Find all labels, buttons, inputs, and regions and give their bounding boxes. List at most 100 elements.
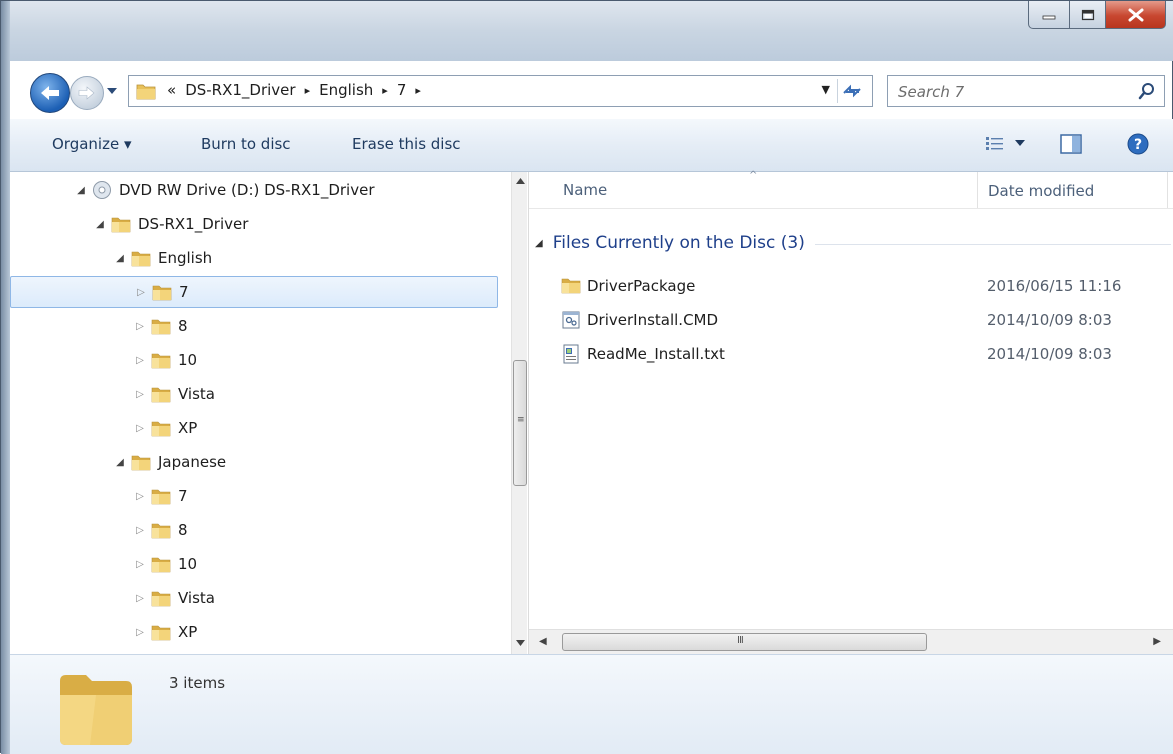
tree-item[interactable]: ▷ XP bbox=[133, 412, 197, 444]
horizontal-scroll-thumb[interactable]: III bbox=[562, 633, 927, 651]
scroll-up-icon[interactable] bbox=[516, 178, 525, 184]
minimize-button[interactable] bbox=[1028, 1, 1070, 29]
address-row: « DS-RX1_Driver ▸ English ▸ 7 ▸ ▼ bbox=[10, 69, 1173, 113]
back-button[interactable] bbox=[30, 73, 70, 113]
collapsed-arrow-icon[interactable]: ▷ bbox=[133, 423, 147, 434]
refresh-button[interactable] bbox=[837, 79, 866, 103]
tree-item[interactable]: ▷ 8 bbox=[133, 310, 187, 342]
scroll-down-icon[interactable] bbox=[516, 640, 525, 646]
text-file-icon bbox=[563, 344, 579, 364]
navigation-pane: ◢ DVD RW Drive (D:) DS-RX1_Driver ◢ DS-RX1_… bbox=[10, 172, 527, 654]
file-name: DriverInstall.CMD bbox=[587, 311, 719, 329]
tree-item-label: Vista bbox=[178, 385, 215, 403]
change-view-button[interactable] bbox=[985, 135, 1025, 151]
tree-item[interactable]: ▷ Vista bbox=[133, 378, 215, 410]
organize-button[interactable]: Organize ▾ bbox=[52, 135, 132, 153]
group-divider bbox=[814, 243, 1171, 245]
file-date-modified: 2016/06/15 11:16 bbox=[987, 277, 1122, 295]
close-button[interactable] bbox=[1106, 1, 1166, 29]
breadcrumb-overflow[interactable]: « bbox=[167, 81, 176, 99]
tree-item[interactable]: ▷ 10 bbox=[133, 344, 197, 376]
tree-item-label: 8 bbox=[178, 521, 188, 539]
file-icon-wrap bbox=[561, 276, 588, 298]
nav-scroll-thumb[interactable]: ≡ bbox=[513, 360, 527, 486]
tree-item[interactable]: ◢ DS-RX1_Driver bbox=[93, 208, 248, 240]
file-row[interactable]: DriverInstall.CMD 2014/10/09 8:03 bbox=[529, 305, 1173, 335]
file-date-modified: 2014/10/09 8:03 bbox=[987, 345, 1112, 363]
refresh-icon bbox=[843, 84, 861, 98]
erase-disc-button[interactable]: Erase this disc bbox=[352, 135, 461, 153]
folder-icon bbox=[151, 387, 171, 403]
breadcrumb-ds-rx1-driver[interactable]: DS-RX1_Driver bbox=[185, 81, 295, 99]
tree-item[interactable]: ▷ Vista bbox=[133, 582, 215, 614]
collapsed-arrow-icon[interactable]: ▷ bbox=[133, 559, 147, 570]
expanded-arrow-icon[interactable]: ◢ bbox=[93, 219, 107, 230]
address-bar[interactable]: « DS-RX1_Driver ▸ English ▸ 7 ▸ ▼ bbox=[128, 75, 873, 107]
search-box[interactable] bbox=[887, 75, 1165, 107]
command-bar: Organize ▾ Burn to disc Erase this disc … bbox=[10, 119, 1173, 172]
scroll-grip-icon: ≡ bbox=[517, 415, 525, 425]
collapsed-arrow-icon[interactable]: ▷ bbox=[134, 287, 148, 298]
scroll-grip-icon: III bbox=[737, 635, 744, 646]
breadcrumb-7[interactable]: 7 bbox=[397, 81, 407, 99]
tree-item-label: Vista bbox=[178, 589, 215, 607]
group-header[interactable]: ◢ Files Currently on the Disc (3) bbox=[535, 228, 1171, 258]
breadcrumb-separator[interactable]: ▸ bbox=[305, 84, 311, 97]
expanded-arrow-icon[interactable]: ◢ bbox=[74, 185, 88, 196]
folder-icon bbox=[131, 251, 151, 267]
burn-to-disc-button[interactable]: Burn to disc bbox=[201, 135, 291, 153]
scroll-right-icon[interactable]: ▶ bbox=[1153, 636, 1161, 647]
tree-item-label: 10 bbox=[178, 351, 198, 369]
address-dropdown-icon[interactable]: ▼ bbox=[822, 83, 830, 96]
horizontal-scrollbar[interactable]: ◀ III ▶ bbox=[529, 629, 1173, 655]
collapsed-arrow-icon[interactable]: ▷ bbox=[133, 525, 147, 536]
collapsed-arrow-icon[interactable]: ▷ bbox=[133, 355, 147, 366]
tree-item-label: XP bbox=[178, 419, 198, 437]
breadcrumb-english[interactable]: English bbox=[319, 81, 373, 99]
tree-item[interactable]: ▷ 10 bbox=[133, 548, 197, 580]
tree-item[interactable]: ◢ Japanese bbox=[113, 446, 226, 478]
folder-icon bbox=[151, 489, 171, 505]
caption-buttons bbox=[1028, 1, 1166, 31]
nav-vertical-scrollbar[interactable]: ≡ bbox=[511, 172, 527, 654]
collapsed-arrow-icon[interactable]: ▷ bbox=[133, 321, 147, 332]
file-icon-wrap bbox=[561, 310, 581, 334]
maximize-button[interactable] bbox=[1070, 1, 1106, 29]
folder-icon bbox=[151, 319, 171, 335]
scroll-left-icon[interactable]: ◀ bbox=[539, 636, 547, 647]
collapsed-arrow-icon[interactable]: ▷ bbox=[133, 627, 147, 638]
file-row[interactable]: ReadMe_Install.txt 2014/10/09 8:03 bbox=[529, 339, 1173, 369]
tree-item-label: 7 bbox=[178, 487, 188, 505]
tree-item[interactable]: ◢ DVD RW Drive (D:) DS-RX1_Driver bbox=[74, 174, 375, 206]
expanded-arrow-icon[interactable]: ◢ bbox=[113, 253, 127, 264]
file-row[interactable]: DriverPackage 2016/06/15 11:16 bbox=[529, 271, 1173, 301]
file-name: ReadMe_Install.txt bbox=[587, 345, 725, 363]
recent-locations-button[interactable] bbox=[106, 85, 118, 97]
tree-item[interactable]: ▷ 7 bbox=[10, 276, 498, 308]
group-collapse-icon[interactable]: ◢ bbox=[535, 238, 543, 249]
search-input[interactable] bbox=[896, 80, 1130, 104]
breadcrumb-separator[interactable]: ▸ bbox=[415, 84, 421, 97]
tree-item-label: DS-RX1_Driver bbox=[138, 215, 249, 233]
column-date-modified[interactable]: Date modified bbox=[977, 172, 1094, 208]
tree-item[interactable]: ▷ 7 bbox=[133, 480, 188, 512]
help-icon[interactable]: ? bbox=[1126, 132, 1150, 156]
collapsed-arrow-icon[interactable]: ▷ bbox=[133, 593, 147, 604]
collapsed-arrow-icon[interactable]: ▷ bbox=[133, 389, 147, 400]
breadcrumb-separator[interactable]: ▸ bbox=[382, 84, 388, 97]
search-icon[interactable] bbox=[1138, 82, 1156, 100]
column-name[interactable]: Name bbox=[563, 181, 607, 199]
preview-pane-icon[interactable] bbox=[1060, 134, 1082, 154]
expanded-arrow-icon[interactable]: ◢ bbox=[113, 457, 127, 468]
title-bar[interactable] bbox=[1, 1, 1173, 61]
file-date-modified: 2014/10/09 8:03 bbox=[987, 311, 1112, 329]
tree-item[interactable]: ▷ XP bbox=[133, 616, 197, 648]
explorer-window: « DS-RX1_Driver ▸ English ▸ 7 ▸ ▼ Organi… bbox=[0, 0, 1173, 754]
tree-item[interactable]: ▷ 8 bbox=[133, 514, 188, 546]
collapsed-arrow-icon[interactable]: ▷ bbox=[133, 491, 147, 502]
arrow-right-icon bbox=[78, 86, 95, 100]
forward-button[interactable] bbox=[70, 76, 104, 110]
file-icon-wrap bbox=[561, 344, 581, 368]
tree-item[interactable]: ◢ English bbox=[113, 242, 212, 274]
folder-icon bbox=[151, 557, 171, 573]
